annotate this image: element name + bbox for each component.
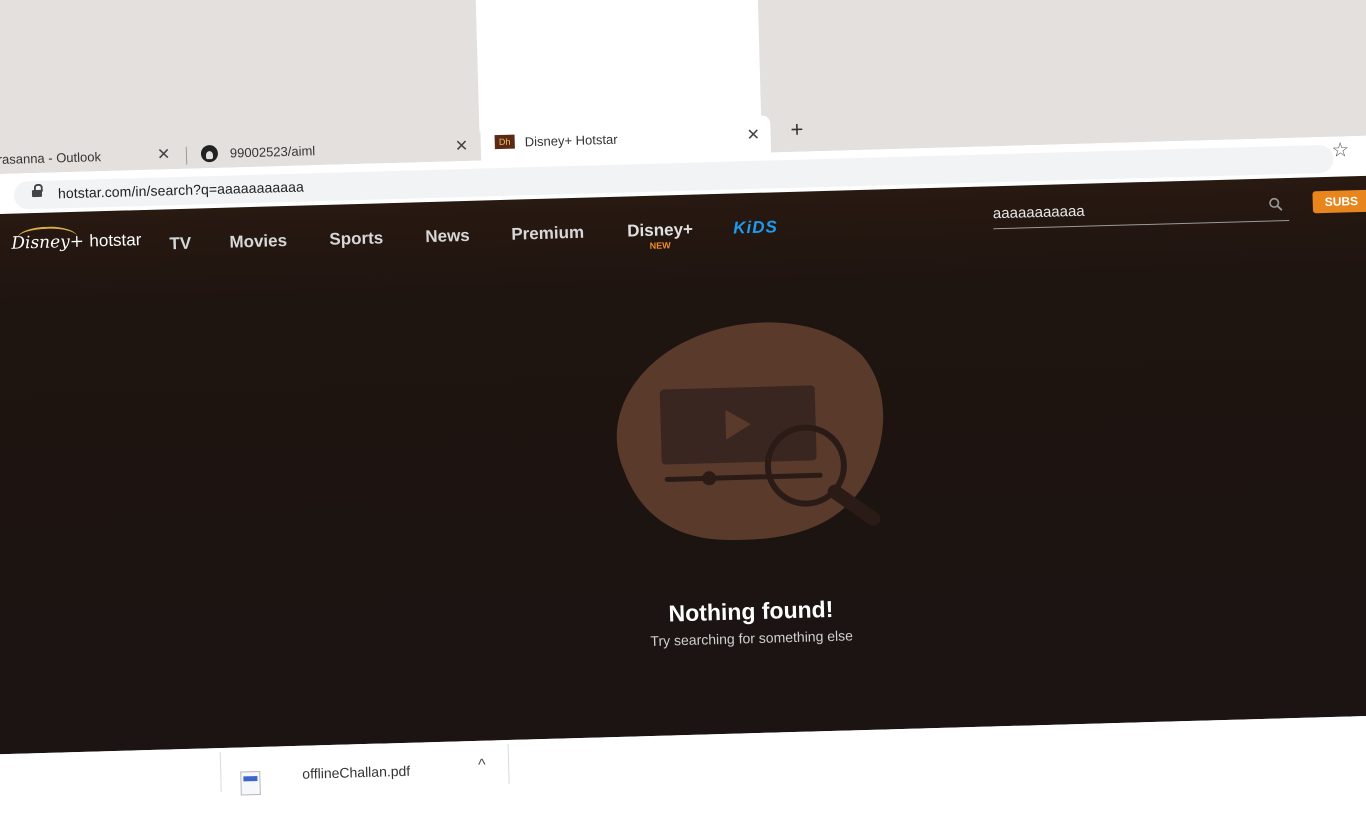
nav-tv[interactable]: TV <box>169 234 191 255</box>
url-text[interactable]: hotstar.com/in/search?q=aaaaaaaaaaa <box>58 179 304 202</box>
github-icon <box>200 144 219 162</box>
empty-state-subtitle: Try searching for something else <box>650 627 854 650</box>
blank-panel <box>472 0 762 132</box>
bookmark-star-icon[interactable]: ☆ <box>1331 137 1350 162</box>
search-icon[interactable] <box>1269 197 1283 211</box>
nav-disney-label: Disney+ <box>626 219 694 241</box>
tab-title-hotstar: Disney+ Hotstar <box>524 131 618 149</box>
close-icon[interactable]: ✕ <box>157 144 171 164</box>
hotstar-logo[interactable]: Disney+ hotstar <box>11 225 142 254</box>
subscribe-button[interactable]: SUBS <box>1312 188 1366 214</box>
nav-movies[interactable]: Movies <box>229 231 287 253</box>
nav-news[interactable]: News <box>425 226 470 247</box>
hotstar-favicon: Dh <box>494 134 515 150</box>
empty-state-title: Nothing found! <box>668 595 834 627</box>
search-input[interactable] <box>992 193 1254 227</box>
close-icon[interactable]: ✕ <box>746 125 760 145</box>
no-results-illustration <box>616 322 884 540</box>
new-tab-button[interactable]: + <box>790 117 804 143</box>
new-badge: NEW <box>649 240 671 251</box>
nav-sports[interactable]: Sports <box>329 228 383 249</box>
tab-title-outlook: Prasanna - Outlook <box>0 148 102 167</box>
lock-icon <box>31 183 43 198</box>
shelf-divider <box>507 744 510 785</box>
close-icon[interactable]: ✕ <box>455 136 469 156</box>
tab-title-github: 99002523/aiml <box>229 142 316 161</box>
tab-divider <box>185 146 188 165</box>
logo-name: hotstar <box>89 230 142 251</box>
logo-arc <box>16 225 78 250</box>
nav-disney-plus[interactable]: Disney+ NEW <box>626 219 694 251</box>
nav-kids[interactable]: KiDS <box>733 217 778 238</box>
search-box[interactable] <box>992 192 1290 230</box>
nav-premium[interactable]: Premium <box>511 223 584 245</box>
hotstar-page: Disney+ hotstar TV Movies Sports News Pr… <box>0 174 1366 756</box>
pdf-file-icon <box>240 770 261 796</box>
chevron-up-icon[interactable]: ^ <box>478 757 486 775</box>
download-file-name[interactable]: offlineChallan.pdf <box>302 763 410 782</box>
shelf-divider <box>219 752 222 793</box>
